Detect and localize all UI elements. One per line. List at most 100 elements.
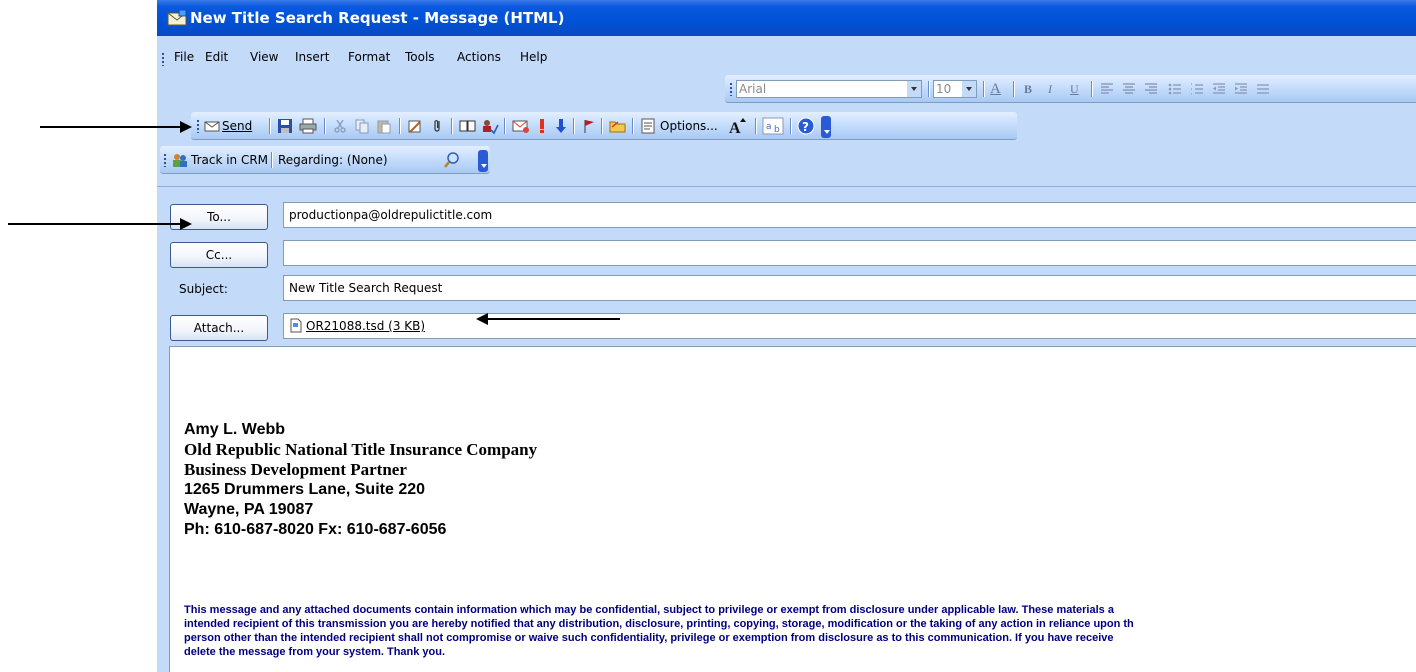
separator: [504, 118, 505, 134]
svg-text:A: A: [729, 120, 741, 135]
menu-tools[interactable]: Tools: [405, 50, 435, 64]
svg-text:b: b: [774, 125, 780, 135]
signature-phone: Ph: 610-687-8020 Fx: 610-687-6056: [184, 521, 447, 538]
menu-file[interactable]: File: [174, 50, 194, 64]
permission-icon[interactable]: [512, 117, 530, 135]
signature-name: Amy L. Webb: [184, 421, 286, 438]
menu-actions[interactable]: Actions: [457, 50, 501, 64]
cut-icon[interactable]: [332, 117, 348, 135]
font-size-select[interactable]: 10: [933, 80, 977, 98]
separator: [573, 118, 574, 134]
send-button[interactable]: Send: [204, 117, 252, 135]
crm-toolbar: Track in CRM Regarding: (None): [160, 146, 490, 174]
track-in-crm-button[interactable]: Track in CRM: [172, 151, 268, 169]
encoding-icon[interactable]: ab: [762, 117, 784, 135]
font-color-icon[interactable]: A: [990, 80, 1001, 98]
align-left-icon[interactable]: [1099, 80, 1115, 98]
separator: [983, 81, 984, 97]
to-field[interactable]: productionpa@oldrepulictitle.com: [283, 202, 1416, 228]
subject-label: Subject:: [179, 282, 228, 296]
separator: [790, 118, 791, 134]
subject-field[interactable]: New Title Search Request: [283, 275, 1416, 301]
folder-icon[interactable]: [609, 117, 627, 135]
track-in-crm-label: Track in CRM: [191, 153, 269, 167]
options-label: Options...: [660, 119, 718, 133]
standard-toolbar: Send Options... A a b ?: [191, 112, 1017, 140]
disclaimer-text: This message and any attached documents …: [184, 603, 1416, 659]
separator: [632, 118, 633, 134]
attach-button[interactable]: Attach...: [170, 315, 268, 341]
low-importance-icon[interactable]: [555, 117, 567, 135]
svg-text:?: ?: [802, 120, 809, 134]
signature-address: 1265 Drummers Lane, Suite 220: [184, 481, 426, 498]
options-button[interactable]: Options...: [640, 117, 718, 135]
numbering-icon[interactable]: [1189, 80, 1205, 98]
signature-block: Amy L. Webb Old Republic National Title …: [184, 420, 537, 540]
high-importance-icon[interactable]: [536, 117, 548, 135]
envelope-icon: [167, 10, 187, 26]
attachment-link[interactable]: OR21088.tsd (3 KB): [306, 314, 425, 338]
disclaimer-line: delete the message from your system. Tha…: [184, 646, 446, 658]
formatting-grip-icon[interactable]: [729, 82, 733, 96]
separator: [399, 118, 400, 134]
title-bar[interactable]: New Title Search Request - Message (HTML…: [157, 0, 1416, 36]
search-icon[interactable]: [443, 151, 461, 169]
attachment-field[interactable]: OR21088.tsd (3 KB): [283, 313, 1416, 339]
menu-help[interactable]: Help: [520, 50, 547, 64]
toolbar-area: Arial 10 A B I U Send Options... A a b ?…: [157, 75, 1416, 186]
paperclip-icon[interactable]: [429, 117, 445, 135]
menu-grip-icon[interactable]: [161, 52, 165, 66]
decrease-indent-icon[interactable]: [1211, 80, 1227, 98]
help-icon[interactable]: ?: [797, 117, 815, 135]
menu-edit[interactable]: Edit: [205, 50, 228, 64]
font-select[interactable]: Arial: [736, 80, 922, 98]
message-window: New Title Search Request - Message (HTML…: [157, 0, 1416, 672]
disclaimer-line: person other than the intended recipient…: [184, 632, 1114, 644]
svg-text:a: a: [766, 122, 772, 132]
menu-format[interactable]: Format: [348, 50, 390, 64]
chevron-down-icon[interactable]: [962, 81, 976, 97]
insert-file-icon[interactable]: [407, 117, 423, 135]
toolbar-options-chevron-icon[interactable]: [821, 116, 831, 138]
align-right-icon[interactable]: [1143, 80, 1159, 98]
separator: [755, 118, 756, 134]
align-center-icon[interactable]: [1121, 80, 1137, 98]
message-body[interactable]: Amy L. Webb Old Republic National Title …: [169, 346, 1416, 672]
copy-icon[interactable]: [354, 117, 370, 135]
send-label: Send: [222, 119, 253, 133]
underline-button[interactable]: U: [1070, 80, 1079, 98]
menu-view[interactable]: View: [250, 50, 278, 64]
print-icon[interactable]: [299, 117, 317, 135]
horizontal-line-icon[interactable]: [1255, 80, 1271, 98]
disclaimer-line: This message and any attached documents …: [184, 604, 1114, 616]
cc-field[interactable]: [283, 240, 1416, 266]
chevron-down-icon[interactable]: [907, 81, 921, 97]
address-book-icon[interactable]: [459, 117, 477, 135]
regarding-label: Regarding: (None): [278, 153, 388, 167]
disclaimer-line: intended recipient of this transmission …: [184, 618, 1134, 630]
window-title: New Title Search Request - Message (HTML…: [190, 9, 565, 27]
send-icon: [204, 121, 220, 132]
increase-indent-icon[interactable]: [1233, 80, 1249, 98]
bold-button[interactable]: B: [1024, 80, 1032, 98]
italic-button[interactable]: I: [1048, 80, 1052, 98]
save-icon[interactable]: [277, 117, 293, 135]
font-grow-icon[interactable]: A: [728, 117, 748, 135]
separator: [928, 81, 929, 97]
file-icon: [290, 318, 302, 333]
signature-city: Wayne, PA 19087: [184, 501, 314, 518]
cc-button[interactable]: Cc...: [170, 242, 268, 268]
bullets-icon[interactable]: [1167, 80, 1183, 98]
crm-grip-icon[interactable]: [163, 153, 167, 167]
separator: [1091, 81, 1092, 97]
paste-icon[interactable]: [376, 117, 392, 135]
annotation-arrow-send: [40, 121, 192, 133]
menu-insert[interactable]: Insert: [295, 50, 329, 64]
check-names-icon[interactable]: [481, 117, 499, 135]
crm-toolbar-chevron-icon[interactable]: [478, 150, 488, 172]
regarding-button[interactable]: Regarding: (None): [278, 151, 388, 169]
formatting-toolbar: Arial 10 A B I U: [725, 75, 1416, 103]
standard-grip-icon[interactable]: [196, 119, 200, 133]
flag-icon[interactable]: [582, 117, 596, 135]
crm-people-icon: [173, 154, 187, 167]
